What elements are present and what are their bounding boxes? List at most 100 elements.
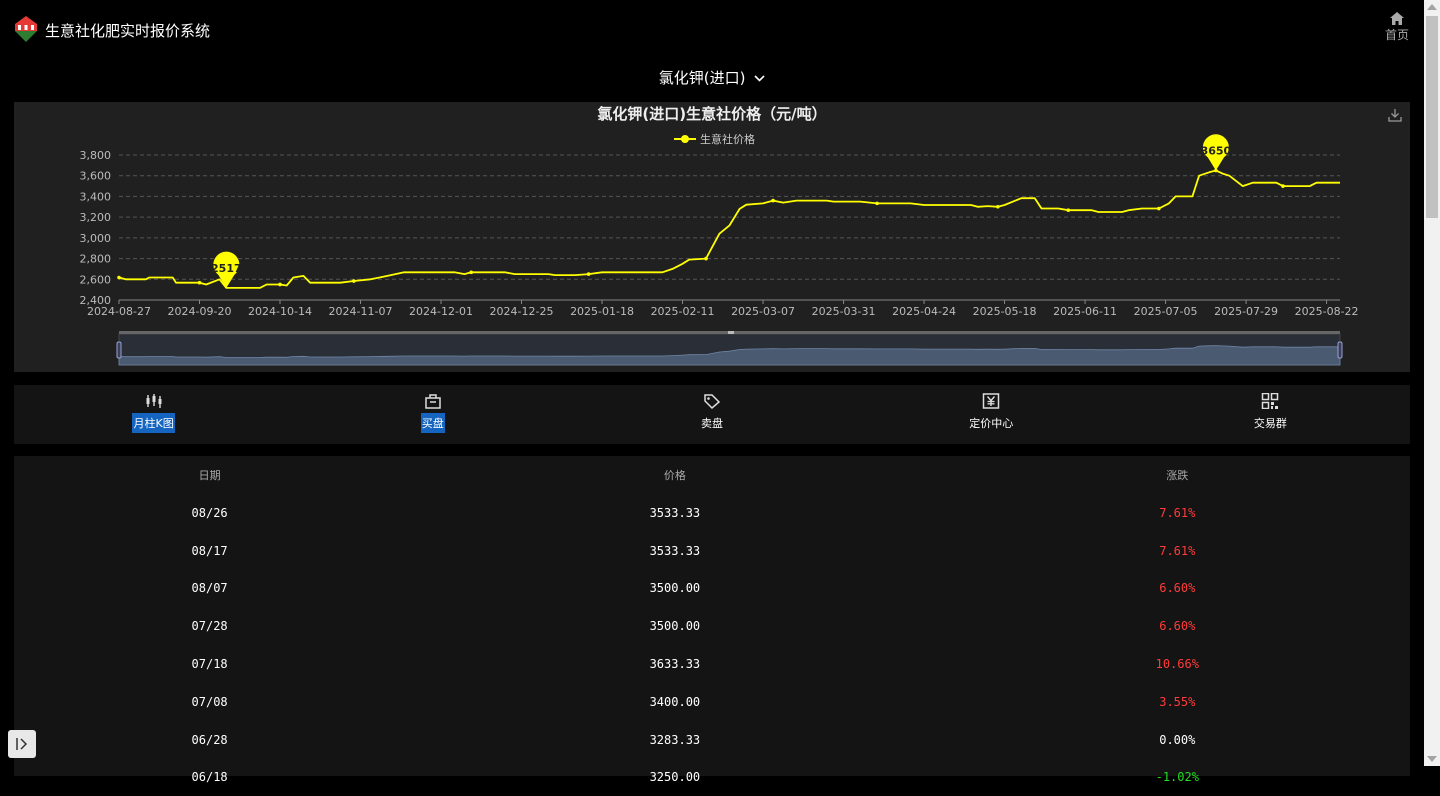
- yen-icon: [982, 393, 1000, 409]
- x-tick-label: 2025-01-18: [570, 305, 634, 318]
- cell-date: 06/28: [191, 732, 228, 747]
- cell-price: 3500.00: [649, 619, 701, 634]
- app-title: 生意社化肥实时报价系统: [45, 22, 211, 40]
- data-point: [469, 270, 474, 275]
- sidebar-expand-icon: [16, 738, 28, 750]
- x-tick-label: 2025-07-29: [1214, 305, 1278, 318]
- home-label: 首页: [1384, 28, 1409, 42]
- scroll-thumb[interactable]: [1426, 16, 1438, 218]
- app-header: 生意社化肥实时报价系统 首页: [0, 0, 1424, 60]
- cell-change: 7.61%: [1159, 505, 1196, 520]
- column-header-date: 日期: [198, 469, 221, 482]
- x-tick-label: 2024-11-07: [329, 305, 393, 318]
- nav-label-kline: 月柱K图: [132, 413, 175, 433]
- x-tick-label: 2025-05-18: [973, 305, 1037, 318]
- cell-change: 10.66%: [1155, 657, 1199, 672]
- qrcode-icon: [1262, 393, 1279, 409]
- data-point: [117, 275, 121, 280]
- cell-date: 07/08: [191, 694, 228, 709]
- zoom-handle-right: [1337, 341, 1343, 359]
- cell-date: 08/17: [191, 543, 228, 558]
- data-point: [197, 280, 202, 285]
- zoom-slider-grip: [728, 331, 734, 334]
- y-tick-label: 3,200: [80, 211, 112, 224]
- home-icon: [1390, 12, 1404, 25]
- sidebar-toggle-button[interactable]: [8, 730, 36, 758]
- zoom-handle-left: [116, 341, 122, 359]
- chart-title: 氯化钾(进口)生意社价格（元/吨）: [597, 105, 826, 123]
- logo-icon: [15, 16, 37, 42]
- cell-price: 3250.00: [649, 770, 701, 785]
- cell-date: 07/18: [191, 657, 228, 672]
- table-header-row: 日期 价格 涨跌: [14, 456, 1410, 494]
- scroll-down-arrow[interactable]: [1427, 756, 1437, 762]
- candlestick-icon: [146, 394, 162, 408]
- x-tick-label: 2024-12-25: [490, 305, 554, 318]
- scroll-up-arrow[interactable]: [1427, 4, 1437, 10]
- x-tick-label: 2025-08-22: [1295, 305, 1359, 318]
- legend-marker: [681, 135, 689, 143]
- cell-date: 07/28: [191, 619, 228, 634]
- price-chart-panel: 氯化钾(进口)生意社价格（元/吨） 生意社价格 2,400 2,600 2,800 3,0…: [14, 102, 1410, 372]
- table-row[interactable]: 08/26 3533.33 7.61%: [14, 494, 1410, 532]
- table-row[interactable]: 06/28 3283.33 0.00%: [14, 721, 1410, 759]
- y-tick-label: 2,600: [80, 273, 112, 286]
- table-body: 08/26 3533.33 7.61% 08/17 3533.33 7.61% 08/0…: [14, 494, 1410, 796]
- cell-price: 3533.33: [649, 543, 701, 558]
- data-point: [586, 272, 591, 276]
- nav-item-group[interactable]: 交易群: [1131, 385, 1410, 444]
- table-row[interactable]: 08/07 3500.00 6.60%: [14, 570, 1410, 608]
- max-pin-label: 3650: [1201, 145, 1232, 158]
- x-tick-label: 2025-06-11: [1053, 305, 1117, 318]
- data-point: [1066, 208, 1071, 213]
- table-row[interactable]: 07/08 3400.00 3.55%: [14, 683, 1410, 721]
- chevron-down-icon: [754, 75, 765, 82]
- data-point: [278, 282, 282, 287]
- nav-item-pricing[interactable]: 定价中心: [852, 385, 1131, 444]
- cell-date: 08/26: [191, 505, 228, 520]
- nav-label-sell: 卖盘: [701, 417, 723, 430]
- tag-icon: [704, 394, 721, 409]
- cell-date: 08/07: [191, 581, 228, 596]
- cell-change: 6.60%: [1159, 619, 1196, 634]
- column-header-price: 价格: [663, 469, 686, 482]
- price-line-chart: 氯化钾(进口)生意社价格（元/吨）生意社价格2,4002,6002,8003,0…: [80, 105, 1359, 366]
- y-tick-label: 2,800: [80, 253, 112, 266]
- x-tick-label: 2024-10-14: [248, 305, 312, 318]
- table-row[interactable]: 07/28 3500.00 6.60%: [14, 607, 1410, 645]
- download-icon[interactable]: [1388, 108, 1402, 122]
- x-tick-label: 2024-09-20: [168, 305, 232, 318]
- page-scrollbar[interactable]: [1424, 0, 1440, 766]
- cell-date: 06/18: [191, 770, 228, 785]
- price-table: 日期 价格 涨跌 08/26 3533.33 7.61% 08/17 3533.33 7…: [14, 456, 1410, 796]
- x-tick-label: 2025-07-05: [1134, 305, 1198, 318]
- cell-change: 0.00%: [1159, 732, 1196, 747]
- data-point: [771, 198, 775, 203]
- cell-price: 3500.00: [649, 581, 701, 596]
- data-point: [996, 204, 1000, 209]
- data-point: [1281, 184, 1285, 188]
- x-tick-label: 2024-12-01: [409, 305, 473, 318]
- cell-change: 3.55%: [1159, 694, 1196, 709]
- y-tick-label: 3,400: [80, 190, 112, 203]
- nav-item-buy[interactable]: 买盘: [293, 385, 572, 444]
- nav-item-sell[interactable]: 卖盘: [572, 385, 851, 444]
- table-row[interactable]: 06/18 3250.00 -1.02%: [14, 759, 1410, 796]
- function-nav: 月柱K图 买盘 卖盘 定价中心 交易群: [14, 385, 1410, 444]
- data-point: [352, 279, 356, 283]
- home-button[interactable]: 首页: [1382, 12, 1412, 43]
- product-selector[interactable]: 氯化钾(进口): [0, 67, 1424, 88]
- min-pin-label: 2517: [211, 262, 242, 275]
- nav-label-group: 交易群: [1253, 417, 1287, 430]
- nav-item-kline[interactable]: 月柱K图: [14, 385, 293, 444]
- data-point: [1157, 206, 1161, 211]
- table-row[interactable]: 07/18 3633.33 10.66%: [14, 645, 1410, 683]
- cell-change: -1.02%: [1155, 770, 1199, 785]
- data-point: [704, 256, 708, 261]
- x-tick-label: 2025-03-07: [731, 305, 795, 318]
- x-tick-label: 2024-08-27: [87, 305, 151, 318]
- column-header-change: 涨跌: [1166, 469, 1189, 482]
- table-row[interactable]: 08/17 3533.33 7.61%: [14, 532, 1410, 570]
- x-tick-label: 2025-03-31: [812, 305, 876, 318]
- y-tick-label: 3,800: [80, 149, 112, 162]
